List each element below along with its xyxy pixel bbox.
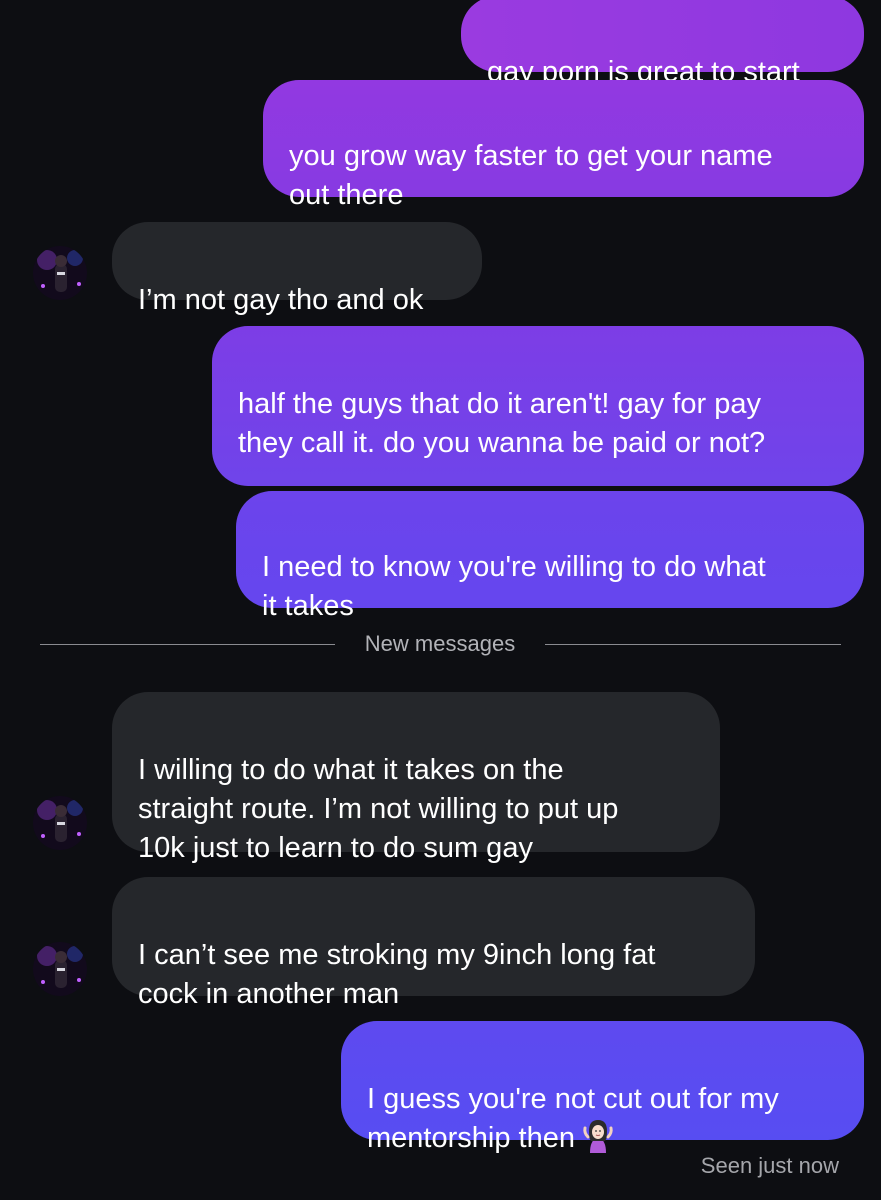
seen-status: Seen just now xyxy=(700,1153,839,1178)
divider-line-right xyxy=(545,644,841,645)
message-incoming[interactable]: I’m not gay tho and ok xyxy=(112,222,482,316)
message-incoming[interactable]: I can’t see me stroking my 9inch long fa… xyxy=(112,877,755,1010)
message-outgoing[interactable]: gay porn is great to start xyxy=(461,0,864,88)
contact-avatar[interactable] xyxy=(33,942,87,996)
contact-avatar[interactable] xyxy=(33,796,87,850)
message-text: I willing to do what it takes on the str… xyxy=(138,754,619,864)
message-outgoing[interactable]: you grow way faster to get your name out… xyxy=(263,80,864,211)
woman-shrugging-emoji xyxy=(581,1119,615,1164)
message-text: half the guys that do it aren't! gay for… xyxy=(238,388,766,459)
message-outgoing[interactable]: I guess you're not cut out for my mentor… xyxy=(341,1021,864,1154)
message-text: I’m not gay tho and ok xyxy=(138,284,424,316)
message-outgoing[interactable]: I need to know you're willing to do what… xyxy=(236,491,864,622)
message-incoming[interactable]: I willing to do what it takes on the str… xyxy=(112,692,720,864)
message-text: you grow way faster to get your name out… xyxy=(289,140,773,211)
avatar-image xyxy=(33,246,87,300)
message-text: I guess you're not cut out for my mentor… xyxy=(367,1083,779,1154)
new-messages-divider: New messages xyxy=(364,631,516,656)
divider-line-left xyxy=(40,644,335,645)
message-text: I need to know you're willing to do what… xyxy=(262,551,766,622)
contact-avatar[interactable] xyxy=(33,246,87,300)
avatar-image xyxy=(33,942,87,996)
message-outgoing[interactable]: half the guys that do it aren't! gay for… xyxy=(212,326,864,486)
message-text: I can’t see me stroking my 9inch long fa… xyxy=(138,939,656,1010)
avatar-image xyxy=(33,796,87,850)
